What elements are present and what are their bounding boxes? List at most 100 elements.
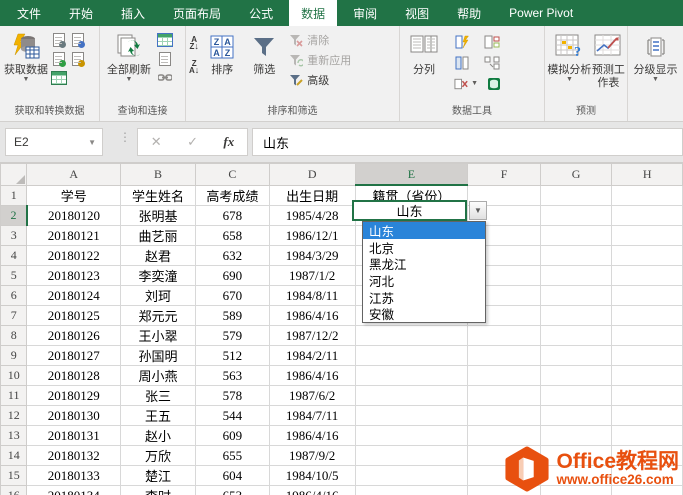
cell-B4[interactable]: 赵君: [120, 245, 196, 266]
cell-D3[interactable]: 1986/12/1: [268, 225, 356, 246]
cell-G3[interactable]: [539, 225, 613, 246]
cell-F13[interactable]: [467, 425, 541, 446]
col-header-A[interactable]: A: [26, 163, 122, 186]
cell-H7[interactable]: [611, 305, 683, 326]
cell-F12[interactable]: [467, 405, 541, 426]
tab-8[interactable]: 视图: [405, 0, 429, 26]
cell-A6[interactable]: 20180124: [26, 285, 122, 306]
from-table-icon[interactable]: [51, 70, 67, 86]
insert-function-button[interactable]: fx: [223, 134, 234, 150]
forecast-sheet-button[interactable]: 预测工作表: [592, 30, 625, 90]
dropdown-item-4[interactable]: 河北: [363, 272, 485, 289]
filter-button[interactable]: 筛选: [244, 30, 284, 77]
cell-B2[interactable]: 张明基: [120, 205, 196, 226]
cell-A1[interactable]: 学号: [26, 184, 122, 206]
row-header-7[interactable]: 7: [0, 305, 28, 326]
get-data-button[interactable]: 获取数据 ▼: [2, 30, 50, 83]
row-header-15[interactable]: 15: [0, 465, 28, 486]
cell-G12[interactable]: [539, 405, 613, 426]
cell-D7[interactable]: 1986/4/16: [268, 305, 356, 326]
cell-E15[interactable]: [354, 465, 469, 486]
col-header-G[interactable]: G: [539, 163, 613, 186]
cell-G2[interactable]: [539, 205, 613, 226]
reapply-filter-button[interactable]: 重新应用: [290, 54, 351, 68]
cell-B8[interactable]: 王小翠: [120, 325, 196, 346]
tab-10[interactable]: Power Pivot: [509, 0, 573, 26]
cell-G8[interactable]: [539, 325, 613, 346]
cell-B15[interactable]: 楚江: [120, 465, 196, 486]
dropdown-item-3[interactable]: 黑龙江: [363, 255, 485, 272]
cell-H9[interactable]: [611, 345, 683, 366]
cell-H4[interactable]: [611, 245, 683, 266]
cell-B13[interactable]: 赵小: [120, 425, 196, 446]
cell-C1[interactable]: 高考成绩: [194, 184, 270, 206]
cell-C4[interactable]: 632: [194, 245, 270, 266]
dropdown-item-5[interactable]: 江苏: [363, 289, 485, 306]
cell-A8[interactable]: 20180126: [26, 325, 122, 346]
what-if-analysis-button[interactable]: ? 模拟分析 ▼: [547, 30, 592, 83]
existing-connections-icon[interactable]: [70, 51, 86, 67]
cell-C13[interactable]: 609: [194, 425, 270, 446]
dropdown-item-2[interactable]: 北京: [363, 239, 485, 256]
cell-D12[interactable]: 1984/7/11: [268, 405, 356, 426]
remove-duplicates-icon[interactable]: [454, 55, 470, 71]
cell-B16[interactable]: 李时: [120, 485, 196, 495]
from-web-icon[interactable]: [51, 51, 67, 67]
cancel-button[interactable]: ✕: [151, 134, 162, 150]
selected-cell-E2[interactable]: 山东: [352, 200, 467, 221]
cell-A16[interactable]: 20180134: [26, 485, 122, 495]
cell-A7[interactable]: 20180125: [26, 305, 122, 326]
outline-button[interactable]: 分级显示 ▼: [630, 30, 681, 83]
validation-dropdown[interactable]: ▼: [454, 76, 478, 92]
cell-B12[interactable]: 王五: [120, 405, 196, 426]
cell-C9[interactable]: 512: [194, 345, 270, 366]
cell-D9[interactable]: 1984/2/11: [268, 345, 356, 366]
cell-C10[interactable]: 563: [194, 365, 270, 386]
from-text-icon[interactable]: [51, 32, 67, 48]
cell-B9[interactable]: 孙国明: [120, 345, 196, 366]
cell-G4[interactable]: [539, 245, 613, 266]
cell-H3[interactable]: [611, 225, 683, 246]
cell-E9[interactable]: [354, 345, 469, 366]
tab-5[interactable]: 公式: [249, 0, 273, 26]
tab-6[interactable]: 数据: [289, 0, 338, 26]
edit-links-icon[interactable]: [157, 70, 173, 86]
cell-B11[interactable]: 张三: [120, 385, 196, 406]
cell-G9[interactable]: [539, 345, 613, 366]
cell-A15[interactable]: 20180133: [26, 465, 122, 486]
col-header-E[interactable]: E: [354, 163, 469, 186]
row-header-6[interactable]: 6: [0, 285, 28, 306]
cell-E16[interactable]: [354, 485, 469, 495]
advanced-filter-button[interactable]: 高级: [290, 74, 351, 88]
cell-D15[interactable]: 1984/10/5: [268, 465, 356, 486]
cell-B1[interactable]: 学生姓名: [120, 184, 196, 206]
col-header-C[interactable]: C: [194, 163, 270, 186]
cell-G13[interactable]: [539, 425, 613, 446]
queries-connections-icon[interactable]: [157, 32, 173, 48]
consolidate-icon[interactable]: [484, 55, 500, 71]
sort-button[interactable]: Z A A Z 排序: [200, 30, 244, 77]
cell-A5[interactable]: 20180123: [26, 265, 122, 286]
enter-button[interactable]: ✓: [187, 134, 198, 150]
cell-G1[interactable]: [539, 184, 613, 206]
tab-2[interactable]: 开始: [69, 0, 93, 26]
cell-A9[interactable]: 20180127: [26, 345, 122, 366]
refresh-all-button[interactable]: 全部刷新 ▼: [102, 30, 156, 83]
cell-G10[interactable]: [539, 365, 613, 386]
cell-C6[interactable]: 670: [194, 285, 270, 306]
cell-A13[interactable]: 20180131: [26, 425, 122, 446]
dropdown-item-6[interactable]: 安徽: [363, 305, 485, 322]
row-header-14[interactable]: 14: [0, 445, 28, 466]
tab-7[interactable]: 审阅: [353, 0, 377, 26]
name-box-dropdown-arrow[interactable]: ▼: [88, 138, 96, 147]
cell-E10[interactable]: [354, 365, 469, 386]
cell-C12[interactable]: 544: [194, 405, 270, 426]
cell-D13[interactable]: 1986/4/16: [268, 425, 356, 446]
flash-fill-icon[interactable]: [454, 34, 470, 50]
cell-D5[interactable]: 1987/1/2: [268, 265, 356, 286]
dropdown-item-1[interactable]: 山东: [363, 222, 485, 239]
cell-A10[interactable]: 20180128: [26, 365, 122, 386]
row-header-10[interactable]: 10: [0, 365, 28, 386]
cell-E12[interactable]: [354, 405, 469, 426]
cell-A12[interactable]: 20180130: [26, 405, 122, 426]
